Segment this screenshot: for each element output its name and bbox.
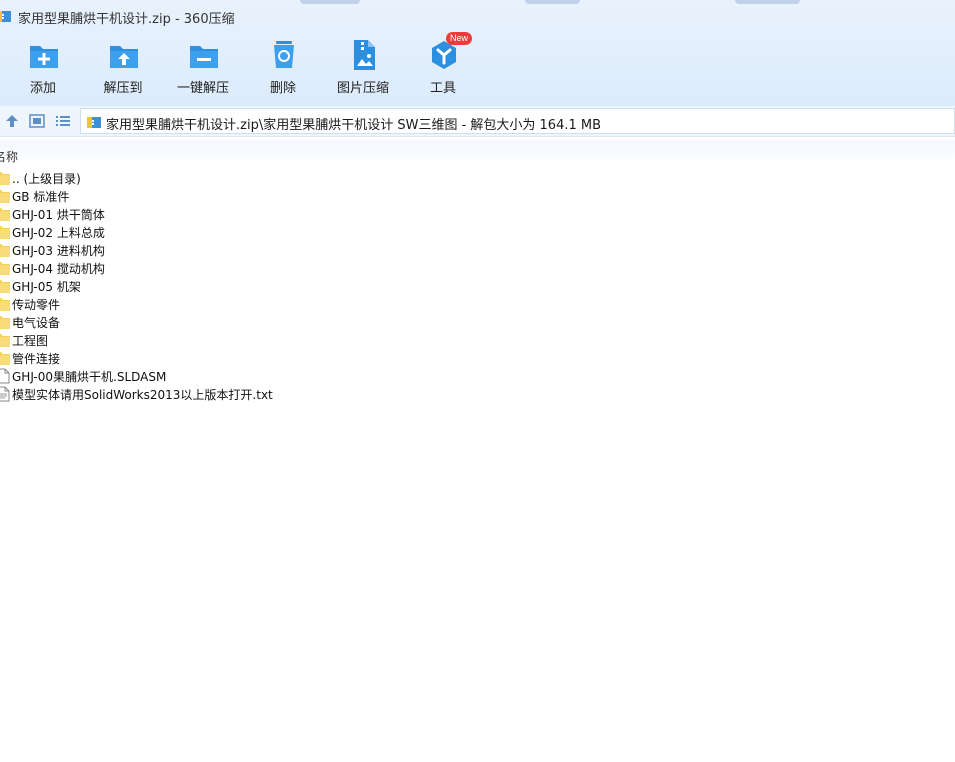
list-item-name: .. (上级目录) bbox=[12, 172, 81, 186]
list-item[interactable]: GHJ-03 进料机构 bbox=[0, 241, 955, 259]
toolbar: 添加 解压到 一键解压 删除 图片压缩 New 工具 bbox=[0, 32, 955, 100]
header-area: 家用型果脯烘干机设计.zip - 360压缩 添加 解压到 一键解压 删除 图片… bbox=[0, 0, 955, 106]
image-compress-button[interactable]: 图片压缩 bbox=[323, 36, 403, 100]
list-item[interactable]: .. (上级目录) bbox=[0, 169, 955, 187]
text-file-icon bbox=[0, 386, 10, 402]
list-item-name: GHJ-05 机架 bbox=[12, 280, 81, 294]
delete-button[interactable]: 删除 bbox=[243, 36, 323, 100]
list-item[interactable]: 模型实体请用SolidWorks2013以上版本打开.txt bbox=[0, 385, 955, 403]
list-item[interactable]: GHJ-05 机架 bbox=[0, 277, 955, 295]
archive-icon bbox=[0, 11, 11, 22]
add-folder-icon bbox=[30, 46, 58, 68]
folder-icon bbox=[0, 298, 10, 311]
list-item[interactable]: GHJ-04 搅动机构 bbox=[0, 259, 955, 277]
archive-icon bbox=[87, 117, 101, 128]
list-item-name: GHJ-01 烘干筒体 bbox=[12, 208, 105, 222]
list-item[interactable]: GHJ-00果脯烘干机.SLDASM bbox=[0, 367, 955, 385]
list-item[interactable]: GHJ-01 烘干筒体 bbox=[0, 205, 955, 223]
extract-to-icon bbox=[110, 46, 138, 68]
tools-label: 工具 bbox=[429, 81, 456, 96]
list-item[interactable]: 传动零件 bbox=[0, 295, 955, 313]
folder-icon bbox=[0, 334, 10, 347]
list-item-name: GHJ-00果脯烘干机.SLDASM bbox=[12, 370, 167, 384]
file-list: .. (上级目录) GB 标准件 GHJ-01 烘干筒体 GHJ-02 上料总成… bbox=[0, 169, 955, 403]
add-label: 添加 bbox=[29, 81, 56, 96]
list-item[interactable]: 工程图 bbox=[0, 331, 955, 349]
title-bar-decoration bbox=[300, 0, 360, 4]
one-click-extract-icon bbox=[190, 46, 218, 68]
app-window: 家用型果脯烘干机设计.zip - 360压缩 添加 解压到 一键解压 删除 图片… bbox=[0, 0, 955, 762]
address-path: 家用型果脯烘干机设计.zip\家用型果脯烘干机设计 SW三维图 - 解包大小为 … bbox=[106, 118, 602, 133]
image-compress-icon bbox=[354, 40, 375, 70]
title-bar-decoration bbox=[735, 0, 800, 4]
list-item-name: GHJ-02 上料总成 bbox=[12, 226, 105, 240]
list-item-name: 电气设备 bbox=[12, 316, 61, 330]
list-view-icon[interactable] bbox=[54, 112, 72, 130]
thumbnail-view-icon[interactable] bbox=[28, 112, 46, 130]
navigation-bar: 家用型果脯烘干机设计.zip\家用型果脯烘干机设计 SW三维图 - 解包大小为 … bbox=[0, 106, 955, 137]
one-click-extract-button[interactable]: 一键解压 bbox=[163, 36, 243, 100]
extract-to-button[interactable]: 解压到 bbox=[83, 36, 163, 100]
add-button[interactable]: 添加 bbox=[3, 36, 83, 100]
folder-icon bbox=[0, 352, 10, 365]
file-icon bbox=[0, 368, 10, 384]
column-header: 名称 bbox=[0, 140, 955, 166]
folder-icon bbox=[0, 244, 10, 257]
list-item-name: GB 标准件 bbox=[12, 190, 70, 204]
recycle-bin-icon bbox=[274, 41, 294, 68]
list-item-name: GHJ-04 搅动机构 bbox=[12, 262, 105, 276]
column-header-name[interactable]: 名称 bbox=[0, 148, 18, 165]
delete-label: 删除 bbox=[269, 81, 296, 96]
address-bar[interactable]: 家用型果脯烘干机设计.zip\家用型果脯烘干机设计 SW三维图 - 解包大小为 … bbox=[80, 108, 955, 134]
list-item[interactable]: GHJ-02 上料总成 bbox=[0, 223, 955, 241]
list-item[interactable]: 电气设备 bbox=[0, 313, 955, 331]
list-item-name: 管件连接 bbox=[12, 352, 61, 366]
folder-icon bbox=[0, 226, 10, 239]
list-item[interactable]: 管件连接 bbox=[0, 349, 955, 367]
folder-icon bbox=[0, 262, 10, 275]
list-item-name: 传动零件 bbox=[12, 298, 61, 312]
folder-icon bbox=[0, 172, 10, 185]
one-click-extract-label: 一键解压 bbox=[176, 81, 229, 96]
list-item-name: GHJ-03 进料机构 bbox=[12, 244, 105, 258]
new-badge: New bbox=[446, 32, 473, 45]
extract-to-label: 解压到 bbox=[103, 81, 143, 96]
list-item[interactable]: GB 标准件 bbox=[0, 187, 955, 205]
image-compress-label: 图片压缩 bbox=[336, 81, 389, 96]
list-item-name: 模型实体请用SolidWorks2013以上版本打开.txt bbox=[12, 388, 273, 402]
title-bar-decoration bbox=[525, 0, 580, 4]
folder-icon bbox=[0, 280, 10, 293]
window-title: 家用型果脯烘干机设计.zip - 360压缩 bbox=[18, 12, 235, 27]
list-item-name: 工程图 bbox=[12, 334, 49, 348]
folder-icon bbox=[0, 316, 10, 329]
folder-icon bbox=[0, 208, 10, 221]
title-bar: 家用型果脯烘干机设计.zip - 360压缩 bbox=[0, 0, 955, 32]
folder-icon bbox=[0, 190, 10, 203]
up-arrow-icon[interactable] bbox=[3, 112, 21, 130]
tools-button[interactable]: New 工具 bbox=[403, 32, 483, 100]
